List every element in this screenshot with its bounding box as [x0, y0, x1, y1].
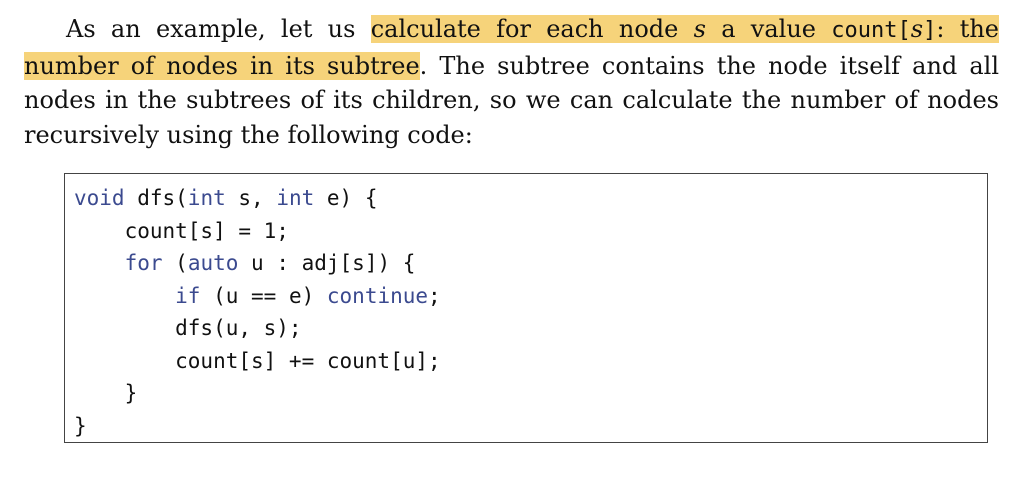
highlight-text-1: calculate for each node — [370, 15, 694, 43]
math-variable-s: s — [693, 15, 706, 43]
inline-code-count: count[ — [831, 18, 911, 43]
code-listing: void dfs(int s, int e) { count[s] = 1; f… — [65, 174, 987, 442]
math-variable-s-index: s — [910, 15, 924, 43]
keyword-void: void — [74, 186, 125, 210]
keyword-auto: auto — [187, 251, 239, 275]
keyword-for: for — [124, 251, 163, 275]
code-line-2: count[s] = 1; — [74, 218, 289, 243]
code-token: s, — [225, 186, 277, 210]
code-token: dfs( — [124, 186, 188, 210]
code-line-6: count[s] += count[u]; — [74, 348, 441, 373]
paragraph-text-intro: As an example, let us — [66, 15, 371, 43]
code-line-3: for (auto u : adj[s]) { — [74, 251, 416, 275]
keyword-continue: continue — [326, 283, 429, 308]
keyword-if: if — [175, 283, 201, 308]
code-line-1: void dfs(int s, int e) { — [74, 186, 377, 210]
code-line-7: } — [74, 381, 138, 405]
code-listing-box: void dfs(int s, int e) { count[s] = 1; f… — [64, 173, 988, 443]
code-token: e) { — [314, 186, 378, 210]
keyword-int: int — [276, 186, 315, 210]
code-token: ; — [428, 283, 441, 308]
inline-code-bracket: ] — [923, 18, 937, 43]
code-token: ( — [162, 251, 188, 275]
keyword-int: int — [187, 186, 226, 210]
code-line-4: if (u == e) continue; — [74, 284, 441, 308]
code-line-8: } — [74, 413, 87, 438]
body-paragraph: As an example, let us calculate for each… — [24, 12, 1000, 152]
code-token: (u == e) — [200, 283, 327, 308]
code-token: u : adj[s]) { — [238, 251, 416, 275]
highlight-text-2: a value — [705, 15, 832, 43]
code-line-5: dfs(u, s); — [74, 316, 302, 340]
